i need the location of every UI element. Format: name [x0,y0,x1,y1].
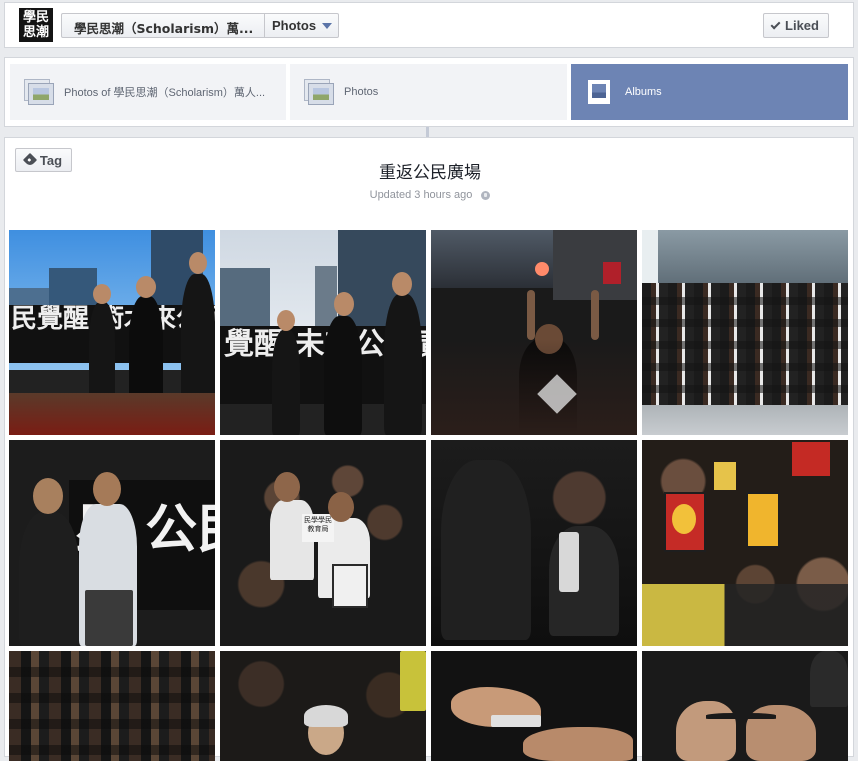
photo-stack-icon [304,79,334,105]
album-photo-5[interactable]: 星 公民廣 [9,440,215,646]
liked-button[interactable]: Liked [763,13,829,38]
album-photo-3[interactable] [431,230,637,435]
album-photo-8[interactable] [642,440,848,646]
album-icon [585,79,615,105]
photos-dropdown[interactable]: Photos [265,14,338,37]
logo-line-1: 學民 [22,10,49,25]
album-photo-6[interactable]: 民學學民 教育局 [220,440,426,646]
page-name-link[interactable]: 學民思潮（Scholarism）萬... [62,14,265,37]
tab-photos[interactable]: Photos [290,64,567,120]
album-panel: Tag 重返公民廣場 Updated 3 hours ago 民覺醒 術木來公民… [4,137,855,761]
logo-line-2: 思潮 [22,25,49,40]
tab-connector [426,127,429,137]
page-breadcrumb-selector: 學民思潮（Scholarism）萬... Photos [61,13,340,38]
album-photo-2[interactable]: 覺醒 未來公民廣 [220,230,426,435]
album-title: 重返公民廣場 [379,163,481,183]
album-photo-11[interactable] [431,651,637,761]
album-photo-10[interactable] [220,651,426,761]
photo-stack-icon [24,79,54,105]
tab-albums[interactable]: Albums [571,64,848,120]
caret-down-icon [322,23,333,29]
checkmark-icon [770,19,781,29]
album-photo-12[interactable] [642,651,848,761]
liked-label: Liked [785,18,819,33]
page-header-bar: 學民 思潮 學民思潮（Scholarism）萬... Photos Liked [4,2,854,48]
album-updated-line: Updated 3 hours ago [5,189,855,201]
album-photo-7[interactable] [431,440,637,646]
tab-albums-label: Albums [625,86,662,98]
student-placard: 民學學民 教育局 [302,514,334,542]
globe-icon [481,190,491,200]
tab-photos-label: Photos [344,86,379,98]
photos-dropdown-label: Photos [272,18,317,33]
album-photo-1[interactable]: 民覺醒 術木來公民廣 [9,230,215,435]
album-updated-text: Updated 3 hours ago [369,189,473,201]
page-logo[interactable]: 學民 思潮 [19,8,53,42]
album-photo-4[interactable] [642,230,848,435]
tab-photos-of-page-label: Photos of 學民思潮（Scholarism）萬人... [64,87,266,99]
tab-photos-of-page[interactable]: Photos of 學民思潮（Scholarism）萬人... [10,64,286,120]
album-photo-9[interactable] [9,651,215,761]
photo-section-tabs: Photos of 學民思潮（Scholarism）萬人... Photos A… [4,57,854,127]
